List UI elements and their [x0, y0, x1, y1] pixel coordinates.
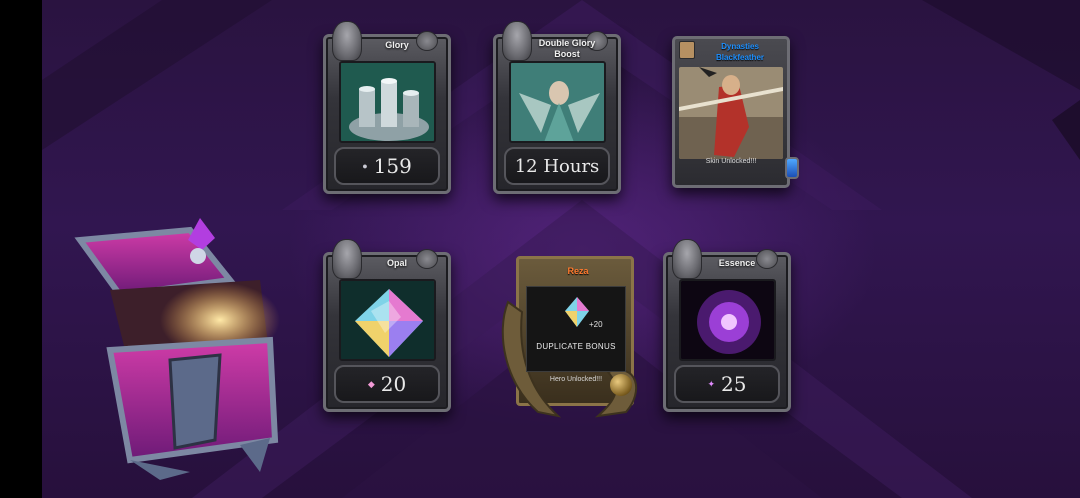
glory-coin-icon: ●: [362, 161, 368, 171]
value-box: ✦ 25: [674, 365, 780, 403]
card-title: Double Glory Boost: [538, 38, 596, 59]
opal-value: 20: [380, 372, 407, 396]
essence-icon: ✦: [707, 378, 716, 389]
reward-card-essence[interactable]: Essence ✦ 25: [663, 239, 791, 412]
essence-value: 25: [721, 372, 747, 396]
opal-gem-icon: ◆: [367, 378, 375, 389]
reward-screen: Glory ● 159 Double Glory Boost 12 Hours …: [42, 0, 1080, 498]
card-title: Opal: [386, 258, 407, 268]
card-title: Glory: [385, 40, 409, 50]
skin-art: [679, 67, 783, 159]
bonus-count: +20: [589, 320, 603, 329]
value-box: ◆ 20: [334, 365, 440, 403]
reward-card-opal[interactable]: Opal ◆ 20: [323, 239, 451, 412]
orb-ornament: [610, 374, 632, 396]
card-title: Essence: [718, 258, 756, 268]
bonus-label: DUPLICATE BONUS: [536, 342, 616, 351]
sapphire-icon: [785, 157, 799, 179]
opal-gem-icon: [565, 297, 589, 327]
reward-card-skin[interactable]: Dynasties Blackfeather Skin Unlocked!!!: [672, 36, 799, 188]
glory-value: 159: [373, 154, 412, 178]
opal-art: [339, 279, 436, 361]
value-box: 12 Hours: [504, 147, 610, 185]
reward-card-hero[interactable]: Reza +20 DUPLICATE BONUS Hero Unlocked!!…: [498, 252, 646, 420]
treasure-chest: [74, 218, 280, 480]
essence-art: [679, 279, 776, 361]
hero-avatar: [679, 41, 695, 59]
skin-note: Skin Unlocked!!!: [705, 158, 757, 165]
glory-art: [339, 61, 436, 143]
boost-value: 12 Hours: [514, 155, 600, 177]
screen-edge: [0, 0, 42, 498]
value-box: ● 159: [334, 147, 440, 185]
boost-art: [509, 61, 606, 143]
reward-card-glory[interactable]: Glory ● 159: [323, 21, 451, 194]
hero-title: Reza: [567, 266, 589, 276]
skin-title: Dynasties Blackfeather: [715, 42, 765, 62]
reward-card-boost[interactable]: Double Glory Boost 12 Hours: [493, 21, 621, 194]
duplicate-bonus-panel: +20 DUPLICATE BONUS: [526, 286, 626, 372]
